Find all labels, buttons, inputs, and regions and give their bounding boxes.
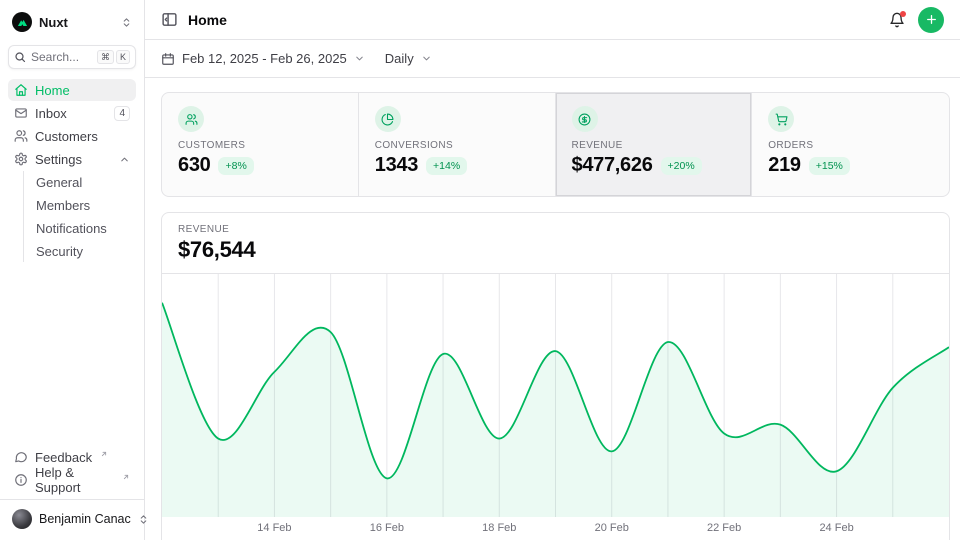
stat-label: CONVERSIONS [375, 140, 539, 151]
search-input[interactable]: Search... ⌘ K [8, 45, 136, 69]
dollar-circle-icon [572, 106, 598, 132]
footer-item-label: Help & Support [35, 465, 114, 495]
chevron-down-icon [354, 53, 365, 64]
users-icon [14, 129, 28, 143]
sidebar-item-notifications[interactable]: Notifications [24, 217, 136, 239]
stat-card-orders[interactable]: ORDERS 219 +15% [752, 93, 949, 196]
users-icon [178, 106, 204, 132]
sidebar: Nuxt Search... ⌘ K Home [0, 0, 145, 540]
nuxt-logo-icon [12, 12, 32, 32]
sidebar-footer: Feedback Help & Support Benjamin Canac [8, 446, 136, 532]
home-icon [14, 83, 28, 97]
search-shortcut: ⌘ K [97, 50, 130, 64]
help-support-link[interactable]: Help & Support [8, 469, 136, 491]
date-range-picker[interactable]: Feb 12, 2025 - Feb 26, 2025 [161, 51, 365, 66]
top-bar: Home [145, 0, 960, 40]
sidebar-item-label: Settings [35, 152, 82, 167]
avatar [12, 509, 32, 529]
calendar-icon [161, 52, 175, 66]
chart-header: REVENUE $76,544 [162, 213, 949, 274]
stat-card-customers[interactable]: CUSTOMERS 630 +8% [162, 93, 359, 196]
workspace-switcher[interactable]: Nuxt [8, 8, 136, 36]
gear-icon [14, 152, 28, 166]
inbox-icon [14, 106, 28, 120]
stat-label: REVENUE [572, 140, 736, 151]
sidebar-item-label: Inbox [35, 106, 67, 121]
chat-bubble-icon [14, 450, 28, 464]
sidebar-item-security[interactable]: Security [24, 240, 136, 262]
revenue-area-chart[interactable] [162, 274, 949, 517]
stat-label: ORDERS [768, 140, 933, 151]
stat-delta-badge: +8% [218, 157, 253, 175]
chart-title: REVENUE [178, 224, 933, 235]
x-tick-label: 24 Feb [819, 522, 853, 534]
chart-x-axis: 14 Feb 16 Feb 18 Feb 20 Feb 22 Feb 24 Feb [162, 517, 949, 538]
main-area: Home Feb 12, 2025 - Feb 26, 2025 [145, 0, 960, 540]
notification-dot [900, 11, 906, 17]
chevron-up-icon [119, 154, 130, 165]
cart-icon [768, 106, 794, 132]
content: CUSTOMERS 630 +8% CONVERSIONS 1343 +14% [145, 78, 960, 540]
stat-delta-badge: +14% [426, 157, 467, 175]
search-icon [14, 51, 26, 63]
x-tick-label: 22 Feb [707, 522, 741, 534]
topbar-actions [889, 7, 944, 33]
stat-card-conversions[interactable]: CONVERSIONS 1343 +14% [359, 93, 556, 196]
page-title: Home [188, 12, 227, 28]
x-tick-label: 14 Feb [257, 522, 291, 534]
footer-item-label: Feedback [35, 450, 92, 465]
user-name: Benjamin Canac [39, 512, 131, 526]
sidebar-item-settings[interactable]: Settings [8, 148, 136, 170]
revenue-chart-card: REVENUE $76,544 14 Feb 16 Feb 18 Feb 20 Feb… [161, 212, 950, 540]
x-tick-label: 16 Feb [370, 522, 404, 534]
pie-chart-icon [375, 106, 401, 132]
stat-value: 630 [178, 154, 210, 177]
sidebar-item-label: Home [35, 83, 70, 98]
external-link-icon [100, 450, 108, 458]
stat-value: 219 [768, 154, 800, 177]
period-label: Daily [385, 51, 414, 66]
stat-delta-badge: +15% [809, 157, 850, 175]
add-button[interactable] [918, 7, 944, 33]
stat-card-revenue[interactable]: REVENUE $477,626 +20% [556, 93, 753, 196]
stat-label: CUSTOMERS [178, 140, 342, 151]
notifications-button[interactable] [889, 12, 905, 28]
sidebar-item-label: Customers [35, 129, 98, 144]
x-tick-label: 20 Feb [595, 522, 629, 534]
stat-value: 1343 [375, 154, 418, 177]
panel-collapse-icon[interactable] [161, 11, 178, 28]
sidebar-item-customers[interactable]: Customers [8, 125, 136, 147]
stat-delta-badge: +20% [661, 157, 702, 175]
chevrons-up-down-icon [121, 17, 132, 28]
kbd-k: K [116, 50, 130, 64]
date-range-label: Feb 12, 2025 - Feb 26, 2025 [182, 51, 347, 66]
chevron-down-icon [421, 53, 432, 64]
user-menu[interactable]: Benjamin Canac [8, 506, 136, 532]
x-tick-label: 18 Feb [482, 522, 516, 534]
workspace-name: Nuxt [39, 15, 68, 30]
sidebar-item-inbox[interactable]: Inbox 4 [8, 102, 136, 124]
stat-value: $477,626 [572, 154, 653, 177]
settings-subnav: General Members Notifications Security [23, 171, 136, 262]
plus-icon [925, 13, 938, 26]
chart-total-value: $76,544 [178, 237, 933, 263]
kbd-cmd: ⌘ [97, 50, 114, 64]
sidebar-item-home[interactable]: Home [8, 79, 136, 101]
dashboard-app: Nuxt Search... ⌘ K Home [0, 0, 960, 540]
inbox-count-badge: 4 [114, 106, 130, 121]
external-link-icon [122, 473, 130, 481]
stats-grid: CUSTOMERS 630 +8% CONVERSIONS 1343 +14% [161, 92, 950, 197]
sidebar-item-general[interactable]: General [24, 171, 136, 193]
filter-toolbar: Feb 12, 2025 - Feb 26, 2025 Daily [145, 40, 960, 78]
search-placeholder: Search... [31, 50, 79, 64]
sidebar-item-members[interactable]: Members [24, 194, 136, 216]
period-select[interactable]: Daily [385, 51, 432, 66]
sidebar-nav: Home Inbox 4 Customers Settings [8, 79, 136, 262]
info-circle-icon [14, 473, 28, 487]
user-section: Benjamin Canac [0, 499, 144, 532]
